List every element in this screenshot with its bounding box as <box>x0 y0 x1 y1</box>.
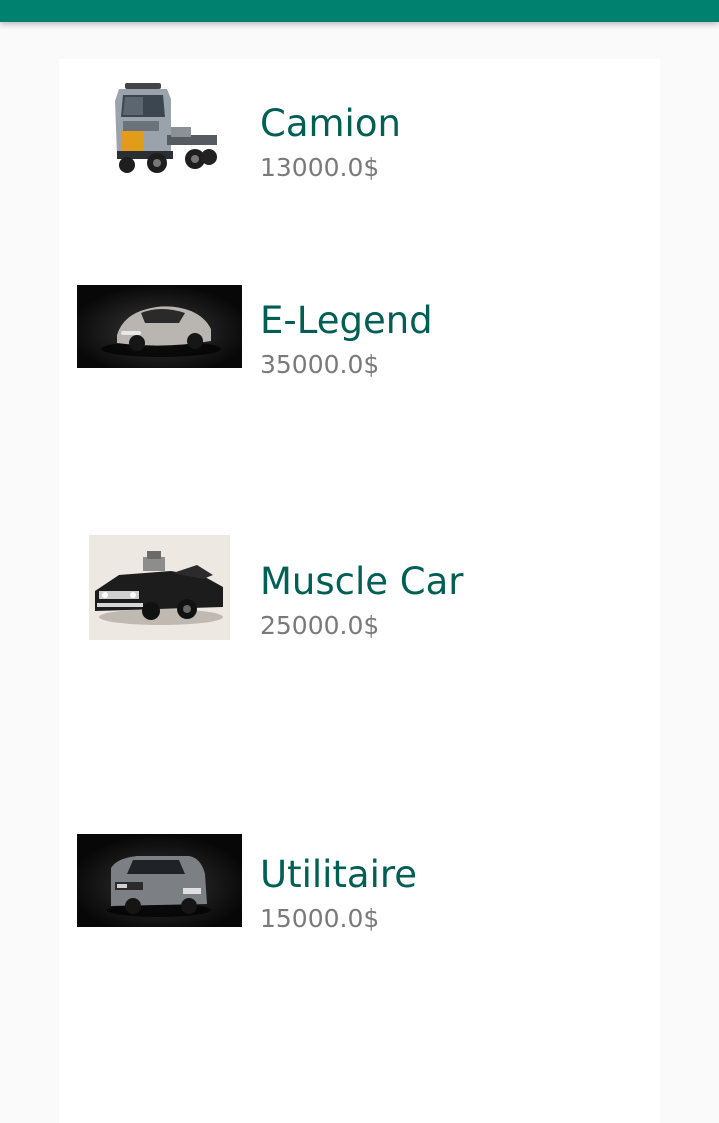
vehicle-name: Muscle Car <box>260 560 464 603</box>
list-item[interactable]: Camion 13000.0$ <box>59 59 660 259</box>
vehicle-list[interactable]: Camion 13000.0$ E-Legend 35000.0$ Muscle… <box>59 59 660 1123</box>
vehicle-price: 15000.0$ <box>260 904 380 933</box>
app-bar <box>0 0 719 22</box>
muscle-car-icon <box>89 535 230 640</box>
vehicle-name: Camion <box>260 102 401 145</box>
vehicle-price: 35000.0$ <box>260 350 380 379</box>
van-icon <box>77 834 242 927</box>
list-item[interactable]: Utilitaire 15000.0$ <box>59 829 660 1123</box>
truck-icon <box>109 81 219 177</box>
list-item[interactable]: Muscle Car 25000.0$ <box>59 509 660 829</box>
vehicle-name: Utilitaire <box>260 853 418 896</box>
vehicle-price: 13000.0$ <box>260 153 380 182</box>
list-item[interactable]: E-Legend 35000.0$ <box>59 259 660 509</box>
vehicle-name: E-Legend <box>260 299 433 342</box>
coupe-car-icon <box>77 285 242 368</box>
vehicle-price: 25000.0$ <box>260 611 380 640</box>
